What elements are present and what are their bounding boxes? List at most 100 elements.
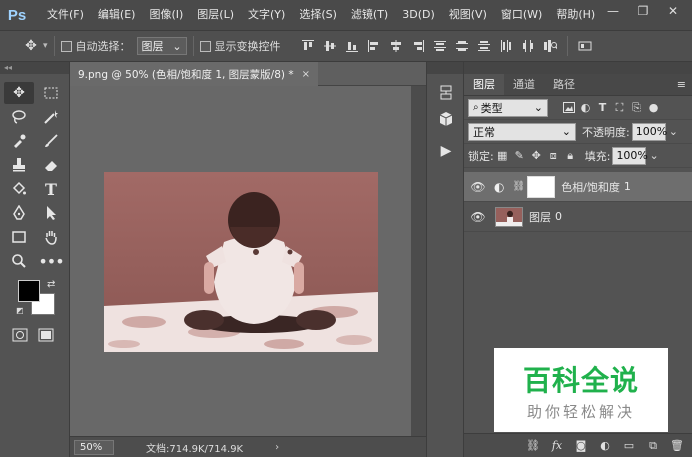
auto-select-target-dropdown[interactable]: 图层 ⌄: [136, 37, 187, 55]
layer-row-layer0[interactable]: 👁︎ 图层 0: [464, 202, 692, 232]
pen-tool-icon[interactable]: [4, 202, 34, 224]
eyedropper-tool-icon[interactable]: [4, 130, 34, 152]
chevron-down-icon[interactable]: ⌄: [669, 125, 678, 138]
status-menu-arrow[interactable]: ›: [275, 442, 279, 453]
zoom-tool-icon[interactable]: [4, 250, 34, 272]
menu-3d[interactable]: 3D(D): [395, 0, 442, 30]
tab-paths[interactable]: 路径: [544, 74, 584, 95]
visibility-eye-icon[interactable]: 👁︎: [464, 210, 492, 224]
panel-menu-icon[interactable]: ≡: [677, 74, 686, 96]
fill-field[interactable]: 100%: [612, 146, 648, 165]
lock-image-icon[interactable]: ✎: [511, 149, 528, 162]
filter-adjustment-icon[interactable]: ◐: [577, 101, 594, 114]
lock-artboard-icon[interactable]: ⧈: [545, 149, 562, 163]
restore-button[interactable]: ❐: [628, 0, 658, 22]
canvas-pasteboard[interactable]: [70, 86, 411, 436]
menu-select[interactable]: 选择(S): [292, 0, 344, 30]
menu-filter[interactable]: 滤镜(T): [344, 0, 395, 30]
menu-image[interactable]: 图像(I): [142, 0, 190, 30]
brush-tool-icon[interactable]: [36, 130, 66, 152]
close-icon[interactable]: ×: [302, 69, 310, 80]
stamp-tool-icon[interactable]: [4, 154, 34, 176]
mask-link-icon[interactable]: ⛓︎: [512, 181, 525, 192]
auto-align-icon[interactable]: [539, 36, 561, 56]
distribute-hcenter-icon[interactable]: [517, 36, 539, 56]
chevron-down-icon[interactable]: ▾: [43, 41, 48, 51]
screen-mode-icon[interactable]: [38, 328, 54, 345]
panel-grip[interactable]: ◂◂: [0, 62, 69, 74]
lasso-tool-icon[interactable]: [4, 106, 34, 128]
3d-mode-icon[interactable]: [574, 36, 596, 56]
filter-toggle-icon[interactable]: ●: [645, 101, 662, 114]
align-left-icon[interactable]: [363, 36, 385, 56]
layer-row-hue-saturation[interactable]: 👁︎ ◐ ⛓︎ 色相/饱和度 1: [464, 172, 692, 202]
layer-thumbnail[interactable]: [495, 206, 523, 227]
align-top-icon[interactable]: [297, 36, 319, 56]
marquee-tool-icon[interactable]: [36, 82, 66, 104]
align-vcenter-icon[interactable]: [319, 36, 341, 56]
menu-window[interactable]: 窗口(W): [494, 0, 549, 30]
default-colors-icon[interactable]: ◩: [16, 306, 24, 315]
chevron-down-icon[interactable]: ⌄: [649, 149, 658, 162]
move-tool-icon[interactable]: ✥: [4, 82, 34, 104]
visibility-eye-icon[interactable]: 👁︎: [464, 180, 492, 194]
layer-filter-dropdown[interactable]: ⌕ 类型 ⌄: [468, 98, 548, 117]
show-transform-checkbox[interactable]: [199, 40, 211, 52]
tab-channels[interactable]: 通道: [504, 74, 544, 95]
filter-pixel-icon[interactable]: [560, 102, 577, 113]
new-group-icon[interactable]: ▭: [620, 439, 638, 452]
filter-smart-object-icon[interactable]: ⎘: [628, 101, 645, 115]
actions-play-icon[interactable]: ▶: [427, 138, 465, 164]
align-hcenter-icon[interactable]: [385, 36, 407, 56]
menu-help[interactable]: 帮助(H): [549, 0, 602, 30]
opacity-field[interactable]: 100%: [631, 122, 667, 141]
foreground-color-swatch[interactable]: [18, 280, 40, 302]
close-button[interactable]: ✕: [658, 0, 688, 22]
hand-tool-icon[interactable]: [36, 226, 66, 248]
menu-layer[interactable]: 图层(L): [190, 0, 241, 30]
layer-mask-thumbnail[interactable]: [527, 175, 556, 198]
lock-all-icon[interactable]: 🔒︎: [562, 149, 579, 163]
menu-edit[interactable]: 编辑(E): [91, 0, 143, 30]
menu-view[interactable]: 视图(V): [442, 0, 494, 30]
distribute-left-icon[interactable]: [495, 36, 517, 56]
paint-bucket-icon[interactable]: [4, 178, 34, 200]
type-tool-icon[interactable]: T: [36, 178, 66, 200]
more-tools-icon[interactable]: •••: [36, 250, 66, 272]
document-tab[interactable]: 9.png @ 50% (色相/饱和度 1, 图层蒙版/8) * ×: [70, 62, 318, 86]
zoom-level-field[interactable]: 50%: [74, 439, 114, 455]
lock-transparent-icon[interactable]: ▦: [494, 149, 511, 162]
3d-panel-icon[interactable]: [427, 106, 465, 132]
vertical-scrollbar[interactable]: [411, 86, 426, 436]
trash-icon[interactable]: 🗑︎: [668, 439, 686, 452]
magic-wand-icon[interactable]: [36, 106, 66, 128]
new-adjustment-icon[interactable]: ◐: [596, 439, 614, 452]
align-right-icon[interactable]: [407, 36, 429, 56]
path-selection-icon[interactable]: [36, 202, 66, 224]
align-bottom-icon[interactable]: [341, 36, 363, 56]
eraser-tool-icon[interactable]: [36, 154, 66, 176]
auto-select-checkbox[interactable]: [60, 40, 72, 52]
blend-mode-dropdown[interactable]: 正常 ⌄: [468, 122, 576, 141]
menu-file[interactable]: 文件(F): [40, 0, 91, 30]
history-panel-icon[interactable]: [427, 80, 465, 106]
panel-grip[interactable]: [427, 62, 463, 74]
menu-type[interactable]: 文字(Y): [241, 0, 292, 30]
swap-colors-icon[interactable]: ⇄: [47, 279, 55, 290]
filter-shape-icon[interactable]: ⛶: [611, 101, 628, 115]
link-layers-icon[interactable]: ⛓︎: [524, 439, 542, 452]
move-tool-preset-icon[interactable]: ✥: [22, 38, 40, 54]
distribute-vcenter-icon[interactable]: [451, 36, 473, 56]
filter-type-icon[interactable]: T: [594, 101, 611, 114]
minimize-button[interactable]: —: [598, 0, 628, 22]
tab-layers[interactable]: 图层: [464, 74, 504, 95]
distribute-bottom-icon[interactable]: [473, 36, 495, 56]
lock-position-icon[interactable]: ✥: [528, 149, 545, 162]
new-layer-icon[interactable]: ⧉: [644, 439, 662, 453]
add-mask-icon[interactable]: ◙: [572, 439, 590, 452]
layer-style-fx-icon[interactable]: fx: [548, 439, 566, 452]
rectangle-tool-icon[interactable]: [4, 226, 34, 248]
panel-grip[interactable]: [464, 62, 692, 74]
quick-mask-icon[interactable]: [12, 328, 28, 345]
distribute-top-icon[interactable]: [429, 36, 451, 56]
